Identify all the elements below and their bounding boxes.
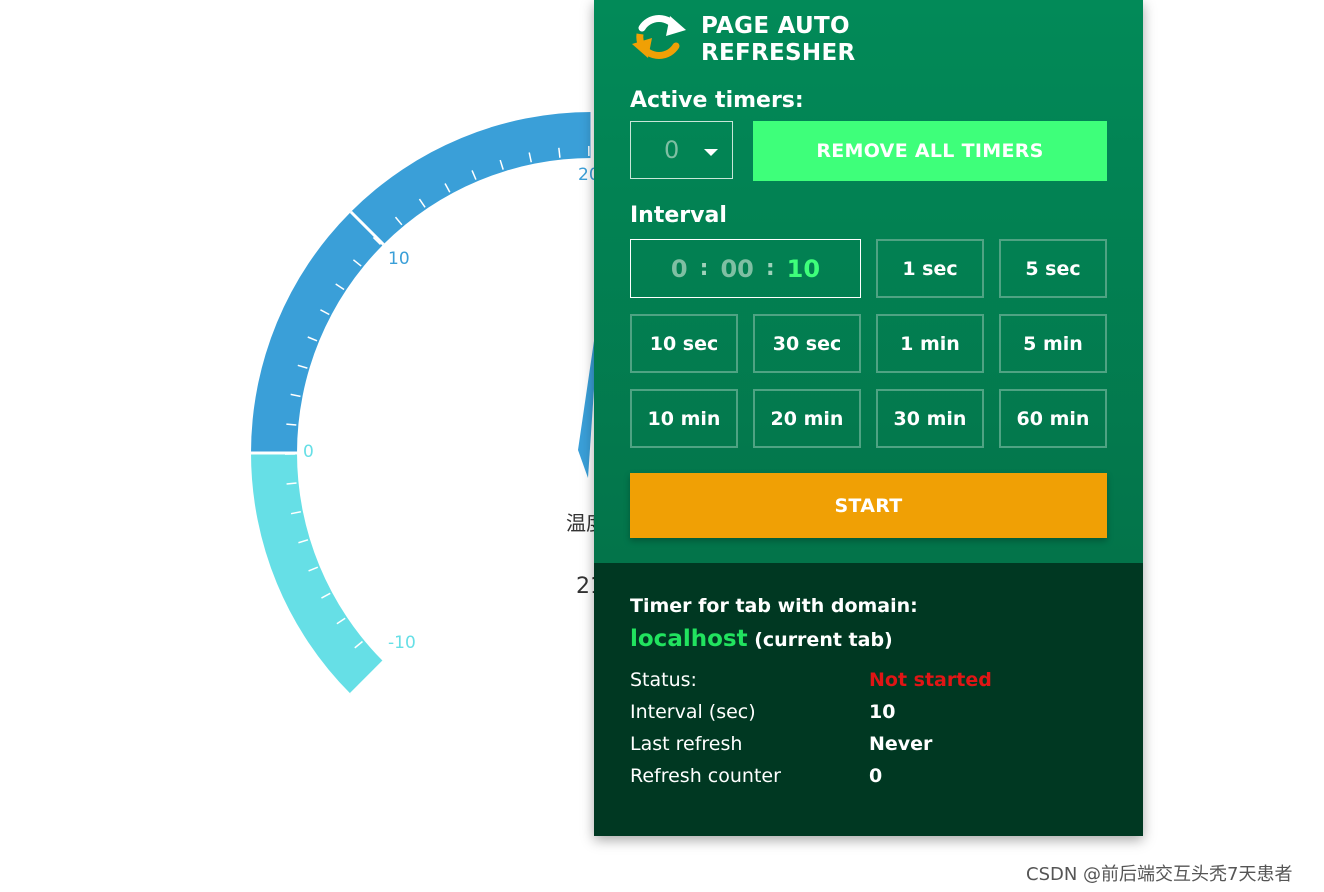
interval-separator: : — [699, 256, 709, 281]
gauge-tick-label-minus10: -10 — [388, 633, 416, 653]
page-auto-refresher-popup: PAGE AUTO REFRESHER Active timers: 0 REM… — [594, 0, 1143, 836]
domain-line: localhost (current tab) — [630, 626, 893, 652]
active-timers-select[interactable]: 0 — [630, 121, 733, 179]
interval-separator: : — [765, 256, 775, 281]
gauge-band-upper — [251, 112, 592, 453]
gauge-tick-label-10: 10 — [388, 249, 410, 269]
interval-hours-field[interactable]: 0 — [671, 255, 688, 283]
status-label: Status: — [630, 669, 697, 691]
watermark: CSDN @前后端交互头秃7天患者 — [1026, 864, 1293, 885]
chevron-down-icon — [704, 149, 718, 156]
timer-domain-heading: Timer for tab with domain: — [630, 595, 918, 617]
gauge-tick-label-0: 0 — [303, 442, 314, 462]
domain-suffix: (current tab) — [754, 629, 893, 651]
interval-minutes-field[interactable]: 00 — [720, 255, 753, 283]
screen: -10 0 10 20 温度 21 PAGE AUTO REFRESHER Ac… — [0, 0, 1324, 892]
refresh-counter-label: Refresh counter — [630, 765, 781, 787]
last-refresh-value: Never — [869, 733, 933, 755]
remove-all-timers-button[interactable]: REMOVE ALL TIMERS — [753, 121, 1107, 181]
preset-5-min-button[interactable]: 5 min — [999, 314, 1107, 373]
active-timers-label: Active timers: — [630, 88, 804, 113]
last-refresh-label: Last refresh — [630, 733, 743, 755]
preset-60-min-button[interactable]: 60 min — [999, 389, 1107, 448]
interval-sec-value: 10 — [869, 701, 896, 723]
active-timers-value: 0 — [664, 136, 680, 164]
preset-30-sec-button[interactable]: 30 sec — [753, 314, 861, 373]
app-title-line2: REFRESHER — [701, 40, 856, 66]
interval-sec-label: Interval (sec) — [630, 701, 756, 723]
gauge-minor-tick — [286, 423, 297, 426]
status-value: Not started — [869, 669, 992, 691]
refresh-logo-icon — [632, 15, 686, 59]
gauge-minor-tick — [286, 482, 297, 485]
refresh-counter-value: 0 — [869, 765, 883, 787]
app-title: PAGE AUTO REFRESHER — [701, 13, 856, 67]
preset-30-min-button[interactable]: 30 min — [876, 389, 984, 448]
app-title-line1: PAGE AUTO — [701, 13, 850, 39]
interval-label: Interval — [630, 203, 727, 228]
preset-1-sec-button[interactable]: 1 sec — [876, 239, 984, 298]
popup-controls-section: PAGE AUTO REFRESHER Active timers: 0 REM… — [594, 0, 1143, 563]
domain-name: localhost — [630, 626, 748, 652]
preset-10-min-button[interactable]: 10 min — [630, 389, 738, 448]
start-button[interactable]: START — [630, 473, 1107, 538]
gauge-band-lower — [251, 453, 384, 695]
preset-10-sec-button[interactable]: 10 sec — [630, 314, 738, 373]
interval-seconds-field[interactable]: 10 — [787, 255, 820, 283]
preset-5-sec-button[interactable]: 5 sec — [999, 239, 1107, 298]
preset-20-min-button[interactable]: 20 min — [753, 389, 861, 448]
interval-time-input[interactable]: 0 : 00 : 10 — [630, 239, 861, 298]
preset-1-min-button[interactable]: 1 min — [876, 314, 984, 373]
